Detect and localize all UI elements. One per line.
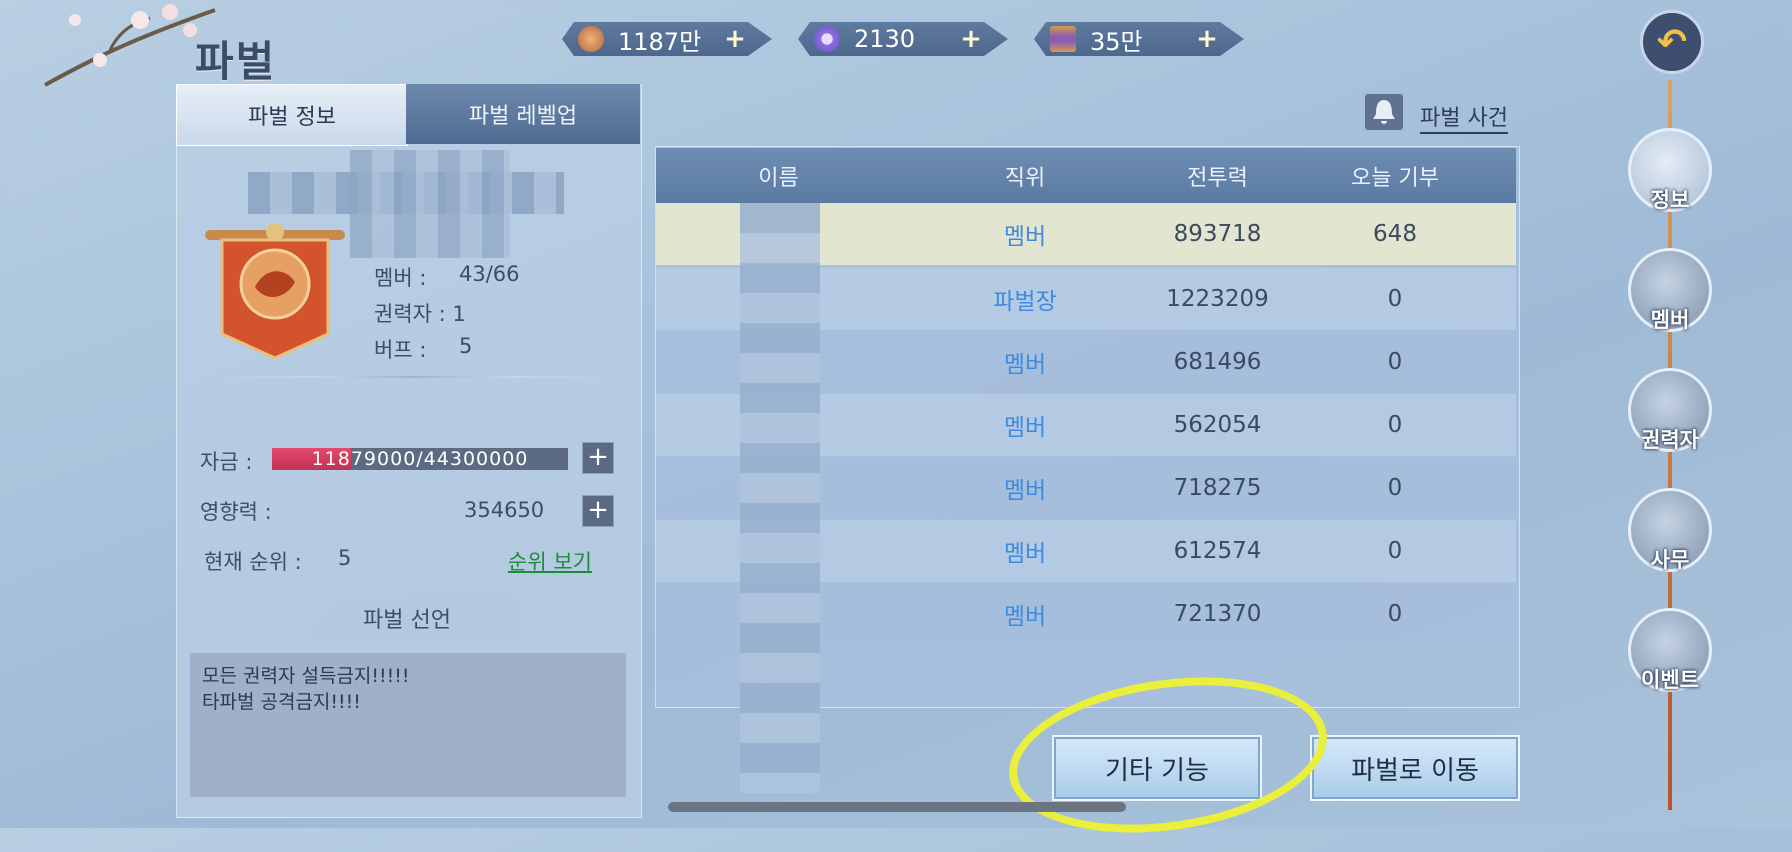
member-power: 718275: [1173, 475, 1262, 501]
member-rank: 멤버: [1003, 415, 1047, 441]
add-funds-button[interactable]: +: [582, 442, 614, 474]
guild-events-link[interactable]: 파벌 사건: [1420, 100, 1508, 134]
tab-guild-levelup[interactable]: 파벌 레벨업: [406, 84, 640, 144]
member-power: 893718: [1173, 221, 1262, 247]
column-name[interactable]: 이름: [656, 148, 901, 203]
member-names-redacted: [740, 203, 820, 793]
nav-label: 이벤트: [1641, 668, 1699, 692]
influence-label: 영향력 :: [200, 500, 272, 524]
currency-gem-value: 2130: [854, 25, 916, 53]
member-rank: 멤버: [1003, 352, 1047, 378]
add-influence-button[interactable]: +: [582, 495, 614, 527]
member-donation: 0: [1387, 349, 1403, 375]
member-power: 681496: [1173, 349, 1262, 375]
member-power: 612574: [1173, 538, 1262, 564]
dragon-banner-icon: [205, 223, 345, 360]
back-arrow-icon[interactable]: ↶: [1640, 10, 1704, 74]
currency-copper-value: 1187만: [618, 27, 702, 56]
member-value: 43/66: [459, 262, 520, 286]
member-rank: 멤버: [1003, 541, 1047, 567]
member-power: 1223209: [1166, 286, 1269, 312]
bell-icon[interactable]: [1365, 94, 1403, 130]
currency-scroll: 35만 +: [1034, 22, 1244, 56]
view-ranking-link[interactable]: 순위 보기: [508, 546, 592, 576]
copper-coin-icon: [578, 26, 604, 52]
currency-copper: 1187만 +: [562, 22, 772, 56]
member-rank: 멤버: [1003, 604, 1047, 630]
authority-label: 권력자 : 1: [374, 302, 466, 326]
funds-progress-text: 11879000/44300000: [311, 448, 529, 470]
influence-value: 354650: [464, 498, 545, 522]
add-gem-button[interactable]: +: [960, 24, 982, 54]
add-scroll-button[interactable]: +: [1196, 24, 1218, 54]
scroll-icon: [1050, 26, 1076, 52]
member-rank: 멤버: [1003, 478, 1047, 504]
member-power: 721370: [1173, 601, 1262, 627]
guild-name-blur: [350, 150, 510, 258]
page-title: 파벌: [195, 37, 277, 86]
member-donation: 0: [1387, 475, 1403, 501]
currency-scroll-value: 35만: [1090, 27, 1143, 56]
member-power: 562054: [1173, 412, 1262, 438]
divider: [214, 376, 614, 378]
column-power[interactable]: 전투력: [1120, 148, 1315, 203]
buff-label: 버프 :: [374, 338, 427, 362]
member-donation: 0: [1387, 601, 1403, 627]
column-donation[interactable]: 오늘 기부: [1300, 148, 1490, 203]
nav-label: 멤버: [1650, 308, 1690, 332]
member-donation: 0: [1387, 286, 1403, 312]
go-to-guild-button[interactable]: 파벌로 이동: [1310, 735, 1520, 801]
member-rank: 멤버: [1003, 224, 1047, 250]
nav-label: 사무: [1650, 548, 1690, 572]
member-donation: 0: [1387, 538, 1403, 564]
tab-guild-info[interactable]: 파벌 정보: [176, 84, 408, 146]
member-donation: 648: [1373, 221, 1417, 247]
funds-label: 자금 :: [200, 450, 253, 474]
column-rank[interactable]: 직위: [930, 148, 1120, 203]
currency-gem: 2130 +: [798, 22, 1008, 56]
rank-label: 현재 순위 :: [204, 550, 302, 574]
member-donation: 0: [1387, 412, 1403, 438]
member-rank: 파벌장: [993, 289, 1057, 315]
add-copper-button[interactable]: +: [724, 24, 746, 54]
nav-label: 권력자: [1641, 428, 1699, 452]
nav-label: 정보: [1650, 188, 1690, 212]
declaration-text: 모든 권력자 설득금지!!!!! 타파벌 공격금지!!!!: [190, 653, 626, 797]
buff-value: 5: [459, 334, 473, 358]
rank-value: 5: [338, 546, 352, 570]
horizontal-scrollbar[interactable]: [668, 802, 1126, 812]
member-label: 멤버 :: [374, 266, 427, 290]
funds-progress-bar: 11879000/44300000: [272, 448, 568, 470]
declaration-title: 파벌 선언: [250, 598, 564, 638]
purple-gem-icon: [814, 26, 840, 52]
